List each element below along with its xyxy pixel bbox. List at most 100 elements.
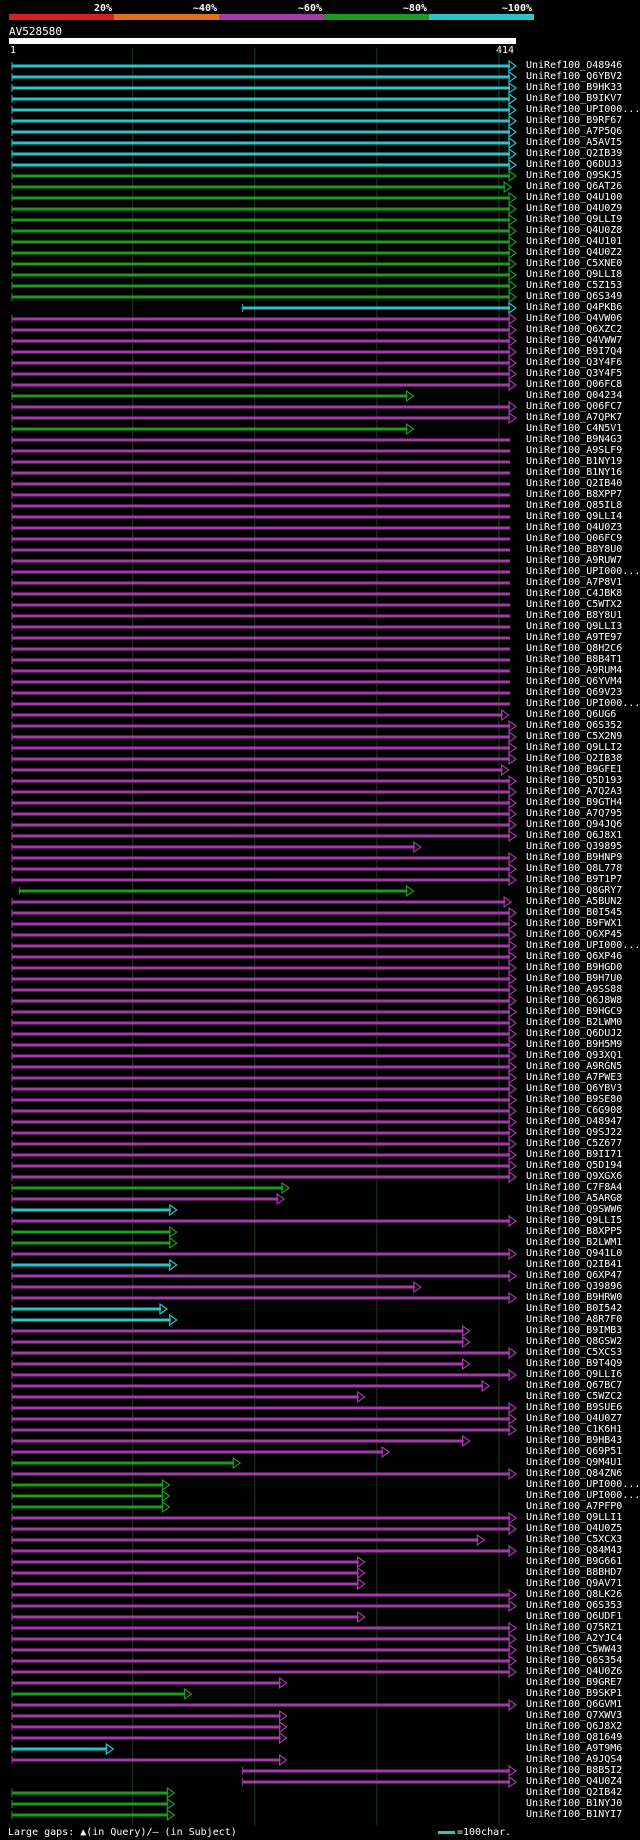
hit-label[interactable]: UniRef100_Q8GRY7 bbox=[526, 885, 622, 896]
hit-label[interactable]: UniRef100_Q6XZC2 bbox=[526, 324, 622, 335]
hit-label[interactable]: UniRef100_C4N5V1 bbox=[526, 423, 622, 434]
hit-label[interactable]: UniRef100_Q9LLI2 bbox=[526, 742, 622, 753]
hit-label[interactable]: UniRef100_C5X2N9 bbox=[526, 731, 622, 742]
hit-label[interactable]: UniRef100_Q67BC7 bbox=[526, 1380, 622, 1391]
hit-label[interactable]: UniRef100_A9JQS4 bbox=[526, 1754, 622, 1765]
hit-label[interactable]: UniRef100_B9GFE1 bbox=[526, 764, 622, 775]
hit-label[interactable]: UniRef100_C1K6H1 bbox=[526, 1424, 622, 1435]
hit-label[interactable]: UniRef100_B9H5M9 bbox=[526, 1039, 622, 1050]
hit-label[interactable]: UniRef100_C5WTX2 bbox=[526, 599, 622, 610]
hit-label[interactable]: UniRef100_B8XPP7 bbox=[526, 489, 622, 500]
hit-label[interactable]: UniRef100_C5Z153 bbox=[526, 280, 622, 291]
hit-label[interactable]: UniRef100_A9T9M6 bbox=[526, 1743, 622, 1754]
hit-label[interactable]: UniRef100_B9T4Q9 bbox=[526, 1358, 622, 1369]
hit-label[interactable]: UniRef100_Q81649 bbox=[526, 1732, 622, 1743]
hit-label[interactable]: UniRef100_Q6AT26 bbox=[526, 181, 622, 192]
hit-label[interactable]: UniRef100_Q4U101 bbox=[526, 236, 622, 247]
hit-label[interactable]: UniRef100_Q9LLI6 bbox=[526, 1369, 622, 1380]
hit-label[interactable]: UniRef100_B9HNP9 bbox=[526, 852, 622, 863]
hit-label[interactable]: UniRef100_C5XCX3 bbox=[526, 1534, 622, 1545]
hit-label[interactable]: UniRef100_Q84ZN6 bbox=[526, 1468, 622, 1479]
hit-label[interactable]: UniRef100_Q4U0Z6 bbox=[526, 1666, 622, 1677]
hit-label[interactable]: UniRef100_B9N4G3 bbox=[526, 434, 622, 445]
hit-label[interactable]: UniRef100_C5XNE0 bbox=[526, 258, 622, 269]
hit-label[interactable]: UniRef100_Q6UG6 bbox=[526, 709, 616, 720]
hit-label[interactable]: UniRef100_B9GRE7 bbox=[526, 1677, 622, 1688]
hit-label[interactable]: UniRef100_B9SE80 bbox=[526, 1094, 622, 1105]
hit-label[interactable]: UniRef100_A9SS88 bbox=[526, 984, 622, 995]
hit-label[interactable]: UniRef100_UPI000... bbox=[526, 1479, 640, 1490]
hit-label[interactable]: UniRef100_A7QPK7 bbox=[526, 412, 622, 423]
hit-label[interactable]: UniRef100_Q9LLI3 bbox=[526, 621, 622, 632]
hit-label[interactable]: UniRef100_B1NYJ0 bbox=[526, 1798, 622, 1809]
hit-label[interactable]: UniRef100_Q4U0Z3 bbox=[526, 522, 622, 533]
hit-label[interactable]: UniRef100_Q4U0Z2 bbox=[526, 247, 622, 258]
hit-label[interactable]: UniRef100_Q9LLI5 bbox=[526, 1215, 622, 1226]
hit-label[interactable]: UniRef100_O48946 bbox=[526, 60, 622, 71]
hit-label[interactable]: UniRef100_C6G908 bbox=[526, 1105, 622, 1116]
hit-label[interactable]: UniRef100_Q9LLI8 bbox=[526, 269, 622, 280]
hit-label[interactable]: UniRef100_Q06FC8 bbox=[526, 379, 622, 390]
hit-label[interactable]: UniRef100_B8B4T1 bbox=[526, 654, 622, 665]
hit-label[interactable]: UniRef100_C5Z677 bbox=[526, 1138, 622, 1149]
hit-label[interactable]: UniRef100_B9SKP1 bbox=[526, 1688, 622, 1699]
hit-label[interactable]: UniRef100_Q3Y4F6 bbox=[526, 357, 622, 368]
hit-label[interactable]: UniRef100_B8BHD7 bbox=[526, 1567, 622, 1578]
hit-label[interactable]: UniRef100_A9SLF9 bbox=[526, 445, 622, 456]
hit-label[interactable]: UniRef100_Q6YBV2 bbox=[526, 71, 622, 82]
hit-label[interactable]: UniRef100_B8B5I2 bbox=[526, 1765, 622, 1776]
hit-label[interactable]: UniRef100_Q9LLI1 bbox=[526, 1512, 622, 1523]
hit-label[interactable]: UniRef100_Q6UDF1 bbox=[526, 1611, 622, 1622]
hit-label[interactable]: UniRef100_A5ARG8 bbox=[526, 1193, 622, 1204]
hit-label[interactable]: UniRef100_A5BUN2 bbox=[526, 896, 622, 907]
hit-label[interactable]: UniRef100_A9RGN5 bbox=[526, 1061, 622, 1072]
hit-label[interactable]: UniRef100_B1NY19 bbox=[526, 456, 622, 467]
hit-label[interactable]: UniRef100_B9I7Q4 bbox=[526, 346, 622, 357]
hit-label[interactable]: UniRef100_A9RUM4 bbox=[526, 665, 622, 676]
hit-label[interactable]: UniRef100_Q5D194 bbox=[526, 1160, 622, 1171]
hit-label[interactable]: UniRef100_Q8H2C6 bbox=[526, 643, 622, 654]
hit-label[interactable]: UniRef100_B8Y8U0 bbox=[526, 544, 622, 555]
hit-label[interactable]: UniRef100_Q6YVM4 bbox=[526, 676, 622, 687]
hit-label[interactable]: UniRef100_Q6S349 bbox=[526, 291, 622, 302]
hit-label[interactable]: UniRef100_B9IKV7 bbox=[526, 93, 622, 104]
hit-label[interactable]: UniRef100_Q6S352 bbox=[526, 720, 622, 731]
hit-label[interactable]: UniRef100_Q6XP46 bbox=[526, 951, 622, 962]
hit-label[interactable]: UniRef100_UPI000... bbox=[526, 1490, 640, 1501]
hit-label[interactable]: UniRef100_Q2IB40 bbox=[526, 478, 622, 489]
hit-label[interactable]: UniRef100_Q4VW06 bbox=[526, 313, 622, 324]
hit-label[interactable]: UniRef100_B9SUE6 bbox=[526, 1402, 622, 1413]
hit-label[interactable]: UniRef100_Q69V23 bbox=[526, 687, 622, 698]
hit-label[interactable]: UniRef100_B2LWM0 bbox=[526, 1017, 622, 1028]
hit-label[interactable]: UniRef100_Q4PKB6 bbox=[526, 302, 622, 313]
hit-label[interactable]: UniRef100_Q6J8X1 bbox=[526, 830, 622, 841]
hit-label[interactable]: UniRef100_B1NYI7 bbox=[526, 1809, 622, 1820]
hit-label[interactable]: UniRef100_C5WW43 bbox=[526, 1644, 622, 1655]
hit-label[interactable]: UniRef100_B9IMB3 bbox=[526, 1325, 622, 1336]
hit-label[interactable]: UniRef100_Q3Y4F5 bbox=[526, 368, 622, 379]
hit-label[interactable]: UniRef100_A7PWE3 bbox=[526, 1072, 622, 1083]
hit-label[interactable]: UniRef100_B9HK33 bbox=[526, 82, 622, 93]
hit-label[interactable]: UniRef100_Q9SWW6 bbox=[526, 1204, 622, 1215]
hit-label[interactable]: UniRef100_Q6DUJ2 bbox=[526, 1028, 622, 1039]
hit-label[interactable]: UniRef100_B0I542 bbox=[526, 1303, 622, 1314]
hit-label[interactable]: UniRef100_B9GTH4 bbox=[526, 797, 622, 808]
hit-label[interactable]: UniRef100_C7F8A4 bbox=[526, 1182, 622, 1193]
hit-label[interactable]: UniRef100_Q9XGX6 bbox=[526, 1171, 622, 1182]
hit-label[interactable]: UniRef100_Q4U0Z4 bbox=[526, 1776, 622, 1787]
hit-label[interactable]: UniRef100_B9HRW0 bbox=[526, 1292, 622, 1303]
hit-label[interactable]: UniRef100_A5AVI5 bbox=[526, 137, 622, 148]
hit-label[interactable]: UniRef100_B9T1P7 bbox=[526, 874, 622, 885]
hit-label[interactable]: UniRef100_Q6XP45 bbox=[526, 929, 622, 940]
hit-label[interactable]: UniRef100_Q4U0Z9 bbox=[526, 203, 622, 214]
hit-label[interactable]: UniRef100_C4JBK8 bbox=[526, 588, 622, 599]
hit-label[interactable]: UniRef100_Q4VWW7 bbox=[526, 335, 622, 346]
hit-label[interactable]: UniRef100_A9TE97 bbox=[526, 632, 622, 643]
hit-label[interactable]: UniRef100_Q2IB38 bbox=[526, 753, 622, 764]
hit-label[interactable]: UniRef100_Q2IB42 bbox=[526, 1787, 622, 1798]
hit-label[interactable]: UniRef100_Q04234 bbox=[526, 390, 622, 401]
hit-label[interactable]: UniRef100_A7P8V1 bbox=[526, 577, 622, 588]
hit-label[interactable]: UniRef100_B0I545 bbox=[526, 907, 622, 918]
hit-label[interactable]: UniRef100_Q85IL8 bbox=[526, 500, 622, 511]
hit-label[interactable]: UniRef100_Q93XQ1 bbox=[526, 1050, 622, 1061]
